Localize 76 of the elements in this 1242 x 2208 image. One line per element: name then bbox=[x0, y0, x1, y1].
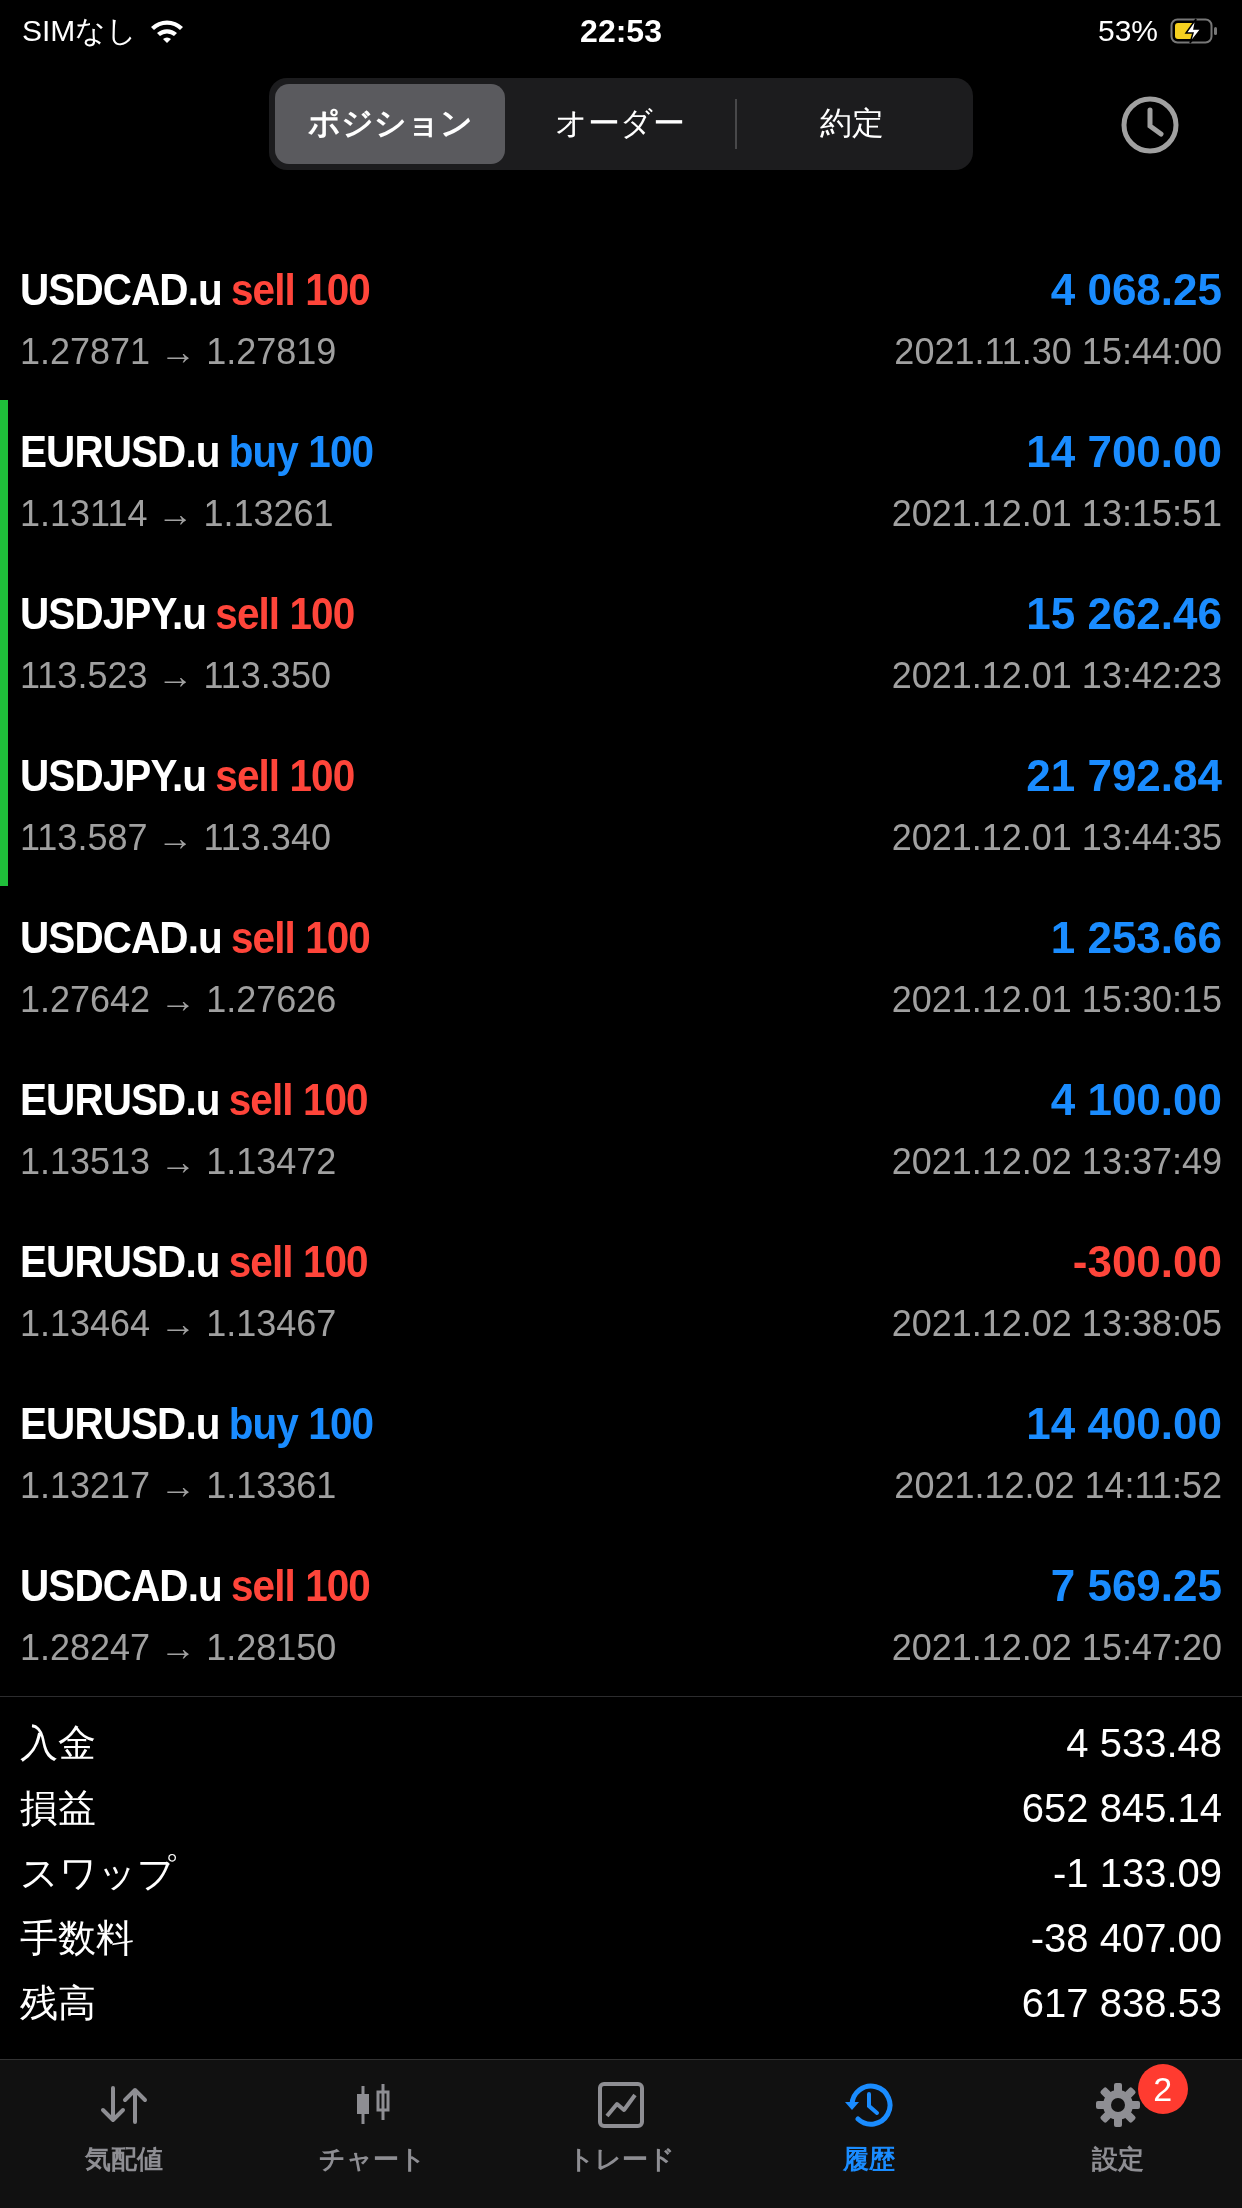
tab-bar-item[interactable]: チャート bbox=[248, 2060, 497, 2208]
segment-tab[interactable]: 約定 bbox=[737, 84, 967, 164]
notification-badge: 2 bbox=[1137, 2064, 1188, 2114]
segment-tab[interactable]: オーダー bbox=[505, 84, 735, 164]
battery-charging-icon bbox=[1170, 17, 1220, 45]
segment-tab[interactable]: ポジション bbox=[275, 84, 505, 164]
profit-value: 21 792.84 bbox=[1026, 751, 1222, 801]
trade-side: buy 100 bbox=[228, 427, 374, 476]
carrier-name: SIMなし bbox=[22, 12, 138, 49]
summary-value: 652 845.14 bbox=[1021, 1786, 1222, 1831]
deal-time: 2021.12.01 13:44:35 bbox=[891, 817, 1222, 859]
price-change: 1.28247 → 1.28150 bbox=[20, 1627, 337, 1669]
deal-row[interactable]: EURUSD.u sell 100 4 100.00 1.13513 → 1.13472 2021.12.02 13:37:49 bbox=[0, 1048, 1242, 1210]
summary-label: 残高 bbox=[20, 1980, 96, 2027]
symbol-name: EURUSD.u bbox=[20, 1075, 220, 1124]
profit-value: 14 700.00 bbox=[1026, 427, 1222, 477]
price-change: 113.587 → 113.340 bbox=[20, 817, 331, 859]
trade-side: buy 100 bbox=[228, 1399, 374, 1448]
profit-value: 1 253.66 bbox=[1050, 913, 1222, 963]
price-change: 1.13114 → 1.13261 bbox=[20, 493, 334, 535]
profit-value: 4 100.00 bbox=[1050, 1075, 1222, 1125]
deal-time: 2021.12.01 15:30:15 bbox=[891, 979, 1222, 1021]
deal-row[interactable]: USDCAD.u sell 100 4 068.25 1.27871 → 1.27819 2021.11.30 15:44:00 bbox=[0, 238, 1242, 400]
trade-side: sell 100 bbox=[231, 913, 370, 962]
summary-label: 損益 bbox=[20, 1785, 96, 1832]
clock-time: 22:53 bbox=[580, 12, 662, 49]
tab-bar-item[interactable]: 履歴 bbox=[745, 2060, 994, 2208]
deal-row[interactable]: EURUSD.u sell 100 -300.00 1.13464 → 1.13467 2021.12.02 13:38:05 bbox=[0, 1210, 1242, 1372]
profit-value: 7 569.25 bbox=[1050, 1561, 1222, 1611]
symbol-name: EURUSD.u bbox=[20, 1237, 220, 1286]
symbol-name: USDCAD.u bbox=[20, 265, 222, 314]
trade-side: sell 100 bbox=[215, 751, 355, 800]
symbol-name: USDJPY.u bbox=[20, 589, 207, 638]
summary-value: -1 133.09 bbox=[1052, 1851, 1222, 1896]
tab-bar-item[interactable]: 気配値 bbox=[0, 2060, 249, 2208]
profit-value: 14 400.00 bbox=[1026, 1399, 1222, 1449]
symbol-name: USDCAD.u bbox=[20, 913, 222, 962]
deal-time: 2021.12.01 13:15:51 bbox=[891, 493, 1222, 535]
symbol-name: USDCAD.u bbox=[20, 1561, 222, 1610]
deal-time: 2021.12.01 13:42:23 bbox=[891, 655, 1222, 697]
trade-side: sell 100 bbox=[215, 589, 355, 638]
summary-label: 入金 bbox=[20, 1720, 96, 1767]
line-chart-icon bbox=[596, 2080, 646, 2130]
profit-value: -300.00 bbox=[1072, 1237, 1222, 1287]
deal-time: 2021.12.02 14:11:52 bbox=[894, 1465, 1222, 1507]
tab-bar-item[interactable]: 設定 2 bbox=[993, 2060, 1242, 2208]
deal-row[interactable]: EURUSD.u buy 100 14 400.00 1.13217 → 1.13361 2021.12.02 14:11:52 bbox=[0, 1372, 1242, 1534]
trade-side: sell 100 bbox=[228, 1075, 368, 1124]
summary-value: -38 407.00 bbox=[1030, 1916, 1222, 1961]
symbol-name: EURUSD.u bbox=[20, 427, 220, 476]
clock-icon[interactable] bbox=[1120, 95, 1180, 155]
summary-label: 手数料 bbox=[20, 1915, 134, 1962]
trade-side: sell 100 bbox=[231, 1561, 370, 1610]
price-change: 1.27871 → 1.27819 bbox=[20, 331, 337, 373]
symbol-name: USDJPY.u bbox=[20, 751, 207, 800]
trade-side: sell 100 bbox=[231, 265, 370, 314]
trade-side: sell 100 bbox=[228, 1237, 368, 1286]
summary-label: スワップ bbox=[20, 1850, 176, 1897]
summary-value: 4 533.48 bbox=[1066, 1721, 1222, 1766]
price-change: 1.13513 → 1.13472 bbox=[20, 1141, 337, 1183]
deal-time: 2021.12.02 13:37:49 bbox=[891, 1141, 1222, 1183]
price-change: 113.523 → 113.350 bbox=[20, 655, 331, 697]
symbol-name: EURUSD.u bbox=[20, 1399, 220, 1448]
tab-bar-item[interactable]: トレード bbox=[496, 2060, 746, 2208]
deal-time: 2021.12.02 13:38:05 bbox=[891, 1303, 1222, 1345]
profit-value: 4 068.25 bbox=[1050, 265, 1222, 315]
battery-percent: 53% bbox=[1097, 14, 1158, 48]
price-change: 1.27642 → 1.27626 bbox=[20, 979, 337, 1021]
deal-time: 2021.11.30 15:44:00 bbox=[894, 331, 1222, 373]
price-change: 1.13464 → 1.13467 bbox=[20, 1303, 337, 1345]
price-change: 1.13217 → 1.13361 bbox=[20, 1465, 337, 1507]
deal-row[interactable]: USDCAD.u sell 100 1 253.66 1.27642 → 1.27626 2021.12.01 15:30:15 bbox=[0, 886, 1242, 1048]
profit-value: 15 262.46 bbox=[1026, 589, 1222, 639]
deal-row[interactable]: USDCAD.u sell 100 7 569.25 1.28247 → 1.28150 2021.12.02 15:47:20 bbox=[0, 1534, 1242, 1696]
deal-time: 2021.12.02 15:47:20 bbox=[891, 1627, 1222, 1669]
summary-value: 617 838.53 bbox=[1021, 1981, 1222, 2026]
